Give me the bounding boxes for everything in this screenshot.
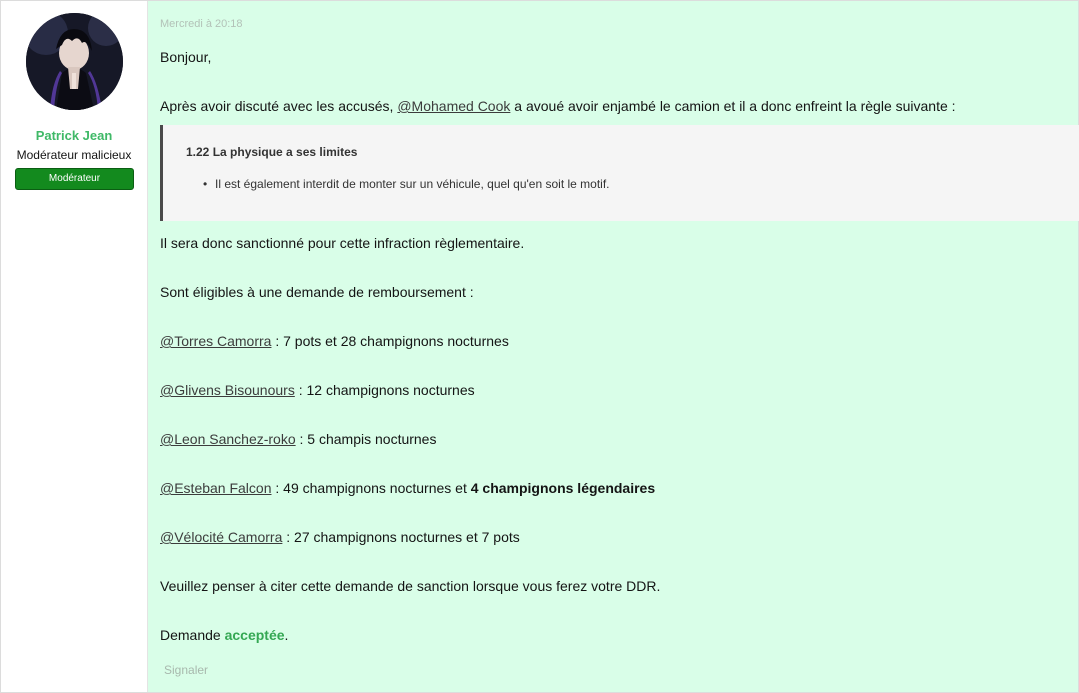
refund-detail: : 7 pots et 28 champignons nocturnes: [271, 333, 509, 349]
intro-text-before: Après avoir discuté avec les accusés,: [160, 98, 398, 114]
quote-title: 1.22 La physique a ses limites: [186, 145, 358, 159]
bullet-icon: •: [203, 177, 208, 191]
post-timestamp[interactable]: Mercredi à 20:18: [160, 18, 243, 30]
refund-line: @Glivens Bisounours : 12 champignons noc…: [160, 382, 475, 398]
avatar-illustration: [26, 13, 123, 110]
quote-list-item: Il est également interdit de monter sur …: [215, 177, 610, 191]
message-post: Patrick Jean Modérateur malicieux Modéra…: [0, 0, 1079, 693]
intro-paragraph: Après avoir discuté avec les accusés, @M…: [160, 98, 956, 114]
mention-leon-sanchez-roko[interactable]: @Leon Sanchez-roko: [160, 431, 296, 447]
mention-esteban-falcon[interactable]: @Esteban Falcon: [160, 480, 272, 496]
reminder-text: Veuillez penser à citer cette demande de…: [160, 578, 661, 594]
refund-detail-bold: 4 champignons légendaires: [470, 480, 656, 496]
mention-velocite-camorra[interactable]: @Vélocité Camorra: [160, 529, 282, 545]
user-role-banner: Modérateur: [15, 168, 134, 190]
rule-quote-block: 1.22 La physique a ses limites • Il est …: [160, 125, 1079, 221]
refund-intro-text: Sont éligibles à une demande de rembours…: [160, 284, 474, 300]
refund-detail: : 27 champignons nocturnes et 7 pots: [282, 529, 520, 545]
refund-line: @Vélocité Camorra : 27 champignons noctu…: [160, 529, 520, 545]
refund-line: @Torres Camorra : 7 pots et 28 champigno…: [160, 333, 509, 349]
refund-line: @Esteban Falcon : 49 champignons nocturn…: [160, 480, 655, 496]
mention-mohamed-cook[interactable]: @Mohamed Cook: [397, 98, 510, 114]
decision-text: Demande: [160, 627, 225, 643]
mention-glivens-bisounours[interactable]: @Glivens Bisounours: [160, 382, 295, 398]
sanction-text: Il sera donc sanctionné pour cette infra…: [160, 235, 525, 251]
decision-status: acceptée: [224, 627, 285, 643]
report-link[interactable]: Signaler: [164, 663, 208, 677]
refund-detail: : 5 champis nocturnes: [295, 431, 437, 447]
refund-detail: : 49 champignons nocturnes et: [271, 480, 471, 496]
refund-detail: : 12 champignons nocturnes: [294, 382, 475, 398]
user-panel: Patrick Jean Modérateur malicieux Modéra…: [1, 1, 148, 692]
decision-period: .: [284, 627, 289, 643]
refund-line: @Leon Sanchez-roko : 5 champis nocturnes: [160, 431, 436, 447]
username[interactable]: Patrick Jean: [1, 128, 147, 143]
message-content: Mercredi à 20:18 Bonjour, Après avoir di…: [148, 1, 1079, 692]
mention-torres-camorra[interactable]: @Torres Camorra: [160, 333, 271, 349]
user-title: Modérateur malicieux: [16, 148, 132, 162]
greeting-text: Bonjour,: [160, 49, 212, 65]
intro-text-after: a avoué avoir enjambé le camion et il a …: [510, 98, 956, 114]
user-avatar-icon[interactable]: [26, 13, 123, 110]
decision-line: Demande acceptée.: [160, 627, 288, 643]
